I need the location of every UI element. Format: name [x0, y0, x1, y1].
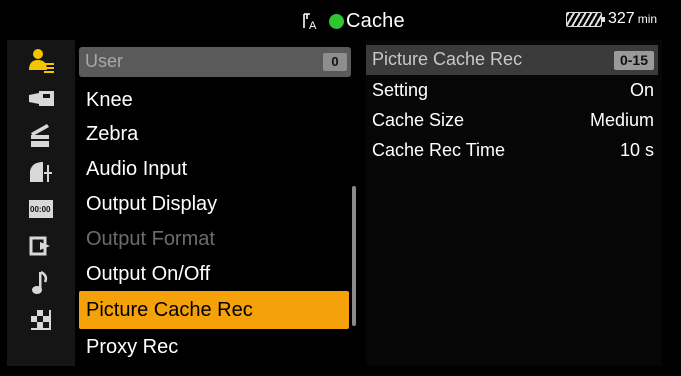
menu-item-audio-input[interactable]: Audio Input	[79, 150, 349, 188]
menu-scrollbar[interactable]	[352, 186, 356, 326]
remaining-time: 327	[608, 10, 635, 27]
menu-header-label: User	[85, 51, 124, 71]
clapper-icon[interactable]	[7, 118, 75, 152]
battery-icon	[566, 11, 605, 27]
cache-rec-time-row[interactable]: Cache Rec Time 10 s	[372, 137, 654, 163]
media-slot-a-icon: A	[300, 11, 324, 31]
cache-rec-time-value: 10 s	[619, 140, 654, 160]
remaining-unit: min	[637, 12, 658, 26]
menu-header[interactable]: User 0	[79, 47, 351, 77]
panel-range-badge: 0-15	[613, 51, 654, 70]
category-sidebar: 00:00	[7, 40, 75, 366]
menu-list: User 0 Knee Zebra Audio Input Output Dis…	[75, 40, 361, 366]
settings-panel: Picture Cache Rec 0-15 Setting On Cache …	[366, 40, 662, 366]
cache-size-value: Medium	[589, 110, 654, 130]
menu-item-zebra[interactable]: Zebra	[79, 115, 349, 153]
battery-status: 327 min	[566, 10, 657, 28]
setting-value: On	[629, 80, 654, 100]
output-icon[interactable]	[7, 229, 75, 263]
svg-text:A: A	[309, 20, 317, 31]
svg-text:00:00: 00:00	[30, 205, 51, 214]
menu-header-badge: 0	[323, 53, 347, 71]
menu-item-knee[interactable]: Knee	[79, 81, 349, 119]
menu-item-output-on-off[interactable]: Output On/Off	[79, 255, 349, 293]
status-bar: A Cache 327 min	[0, 0, 681, 40]
cache-size-row[interactable]: Cache Size Medium	[372, 107, 654, 133]
setting-row[interactable]: Setting On	[372, 77, 654, 103]
setting-label: Setting	[372, 80, 429, 100]
checker-icon[interactable]	[7, 303, 75, 337]
panel-title: Picture Cache Rec	[372, 49, 523, 69]
menu-item-output-display[interactable]: Output Display	[79, 185, 349, 223]
menu-item-picture-cache-rec[interactable]: Picture Cache Rec	[79, 291, 349, 329]
panel-header: Picture Cache Rec 0-15	[366, 45, 658, 75]
menu-item-proxy-rec[interactable]: Proxy Rec	[79, 328, 349, 366]
user-menu-icon[interactable]	[7, 44, 75, 78]
cache-rec-time-label: Cache Rec Time	[372, 140, 506, 160]
menu-item-output-format: Output Format	[86, 228, 215, 250]
camera-icon[interactable]	[7, 81, 75, 115]
status-indicator	[329, 13, 344, 29]
title-area: A Cache	[300, 8, 405, 34]
cache-size-label: Cache Size	[372, 110, 465, 130]
audio-note-icon[interactable]	[7, 266, 75, 300]
screen-title: Cache	[346, 9, 405, 32]
paint-icon[interactable]	[7, 155, 75, 189]
timecode-icon[interactable]: 00:00	[7, 192, 75, 226]
